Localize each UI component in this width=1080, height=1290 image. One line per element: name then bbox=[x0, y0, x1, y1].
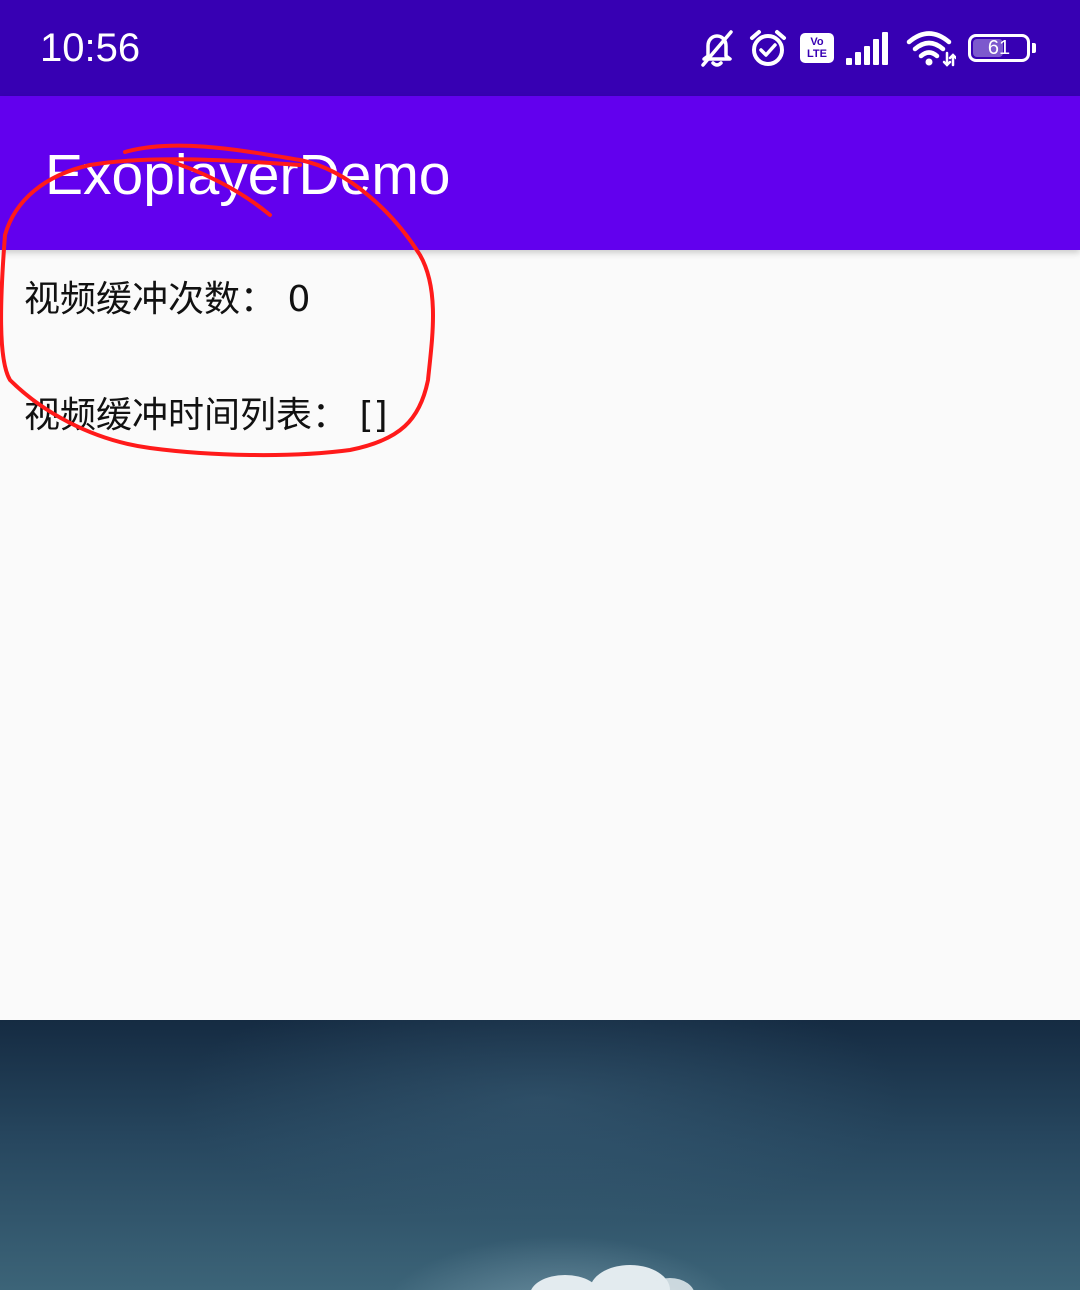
status-bar: 10:56 Vo LTE 61 bbox=[0, 0, 1080, 96]
battery-level: 61 bbox=[987, 37, 1011, 59]
wifi-icon bbox=[906, 29, 956, 67]
status-icons: Vo LTE 61 bbox=[698, 26, 1036, 70]
signal-icon bbox=[846, 31, 894, 65]
battery-body: 61 bbox=[968, 34, 1030, 62]
battery-icon: 61 bbox=[968, 34, 1036, 62]
volte-bottom-label: LTE bbox=[807, 48, 827, 60]
alarm-clock-icon bbox=[748, 28, 788, 68]
red-circle-annotation bbox=[0, 143, 435, 458]
volte-top-label: Vo bbox=[810, 36, 824, 48]
battery-tip bbox=[1032, 43, 1036, 53]
video-frame-sky bbox=[0, 1020, 1080, 1290]
video-player-surface[interactable] bbox=[0, 1020, 1080, 1290]
volte-icon: Vo LTE bbox=[800, 33, 834, 63]
status-time: 10:56 bbox=[40, 26, 141, 70]
bell-off-icon bbox=[698, 28, 736, 68]
